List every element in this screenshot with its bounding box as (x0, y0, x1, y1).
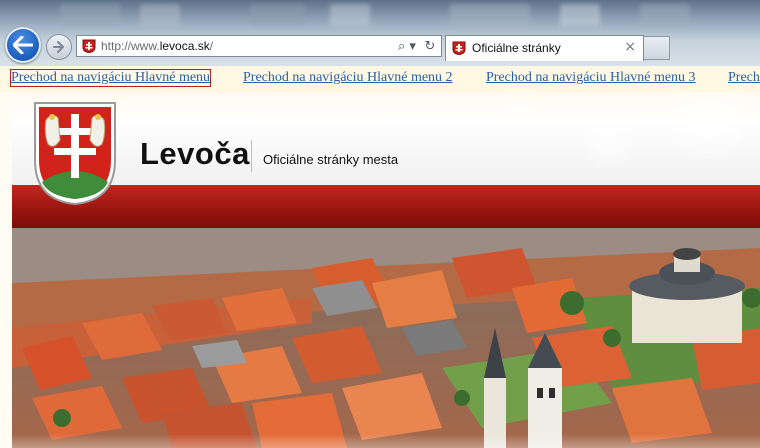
refresh-icon[interactable]: ↻ (421, 38, 439, 54)
back-button[interactable] (5, 27, 41, 63)
hero-aerial-photo (12, 228, 760, 448)
skip-link-main-menu-3[interactable]: Prechod na navigáciu Hlavné menu 3 (486, 70, 696, 86)
back-arrow-icon (13, 36, 33, 54)
skip-link-main-menu-2[interactable]: Prechod na navigáciu Hlavné menu 2 (243, 70, 453, 86)
forward-button[interactable] (46, 34, 72, 60)
address-bar[interactable]: http://www.levoca.sk/ ⌕ ▾ ↻ (76, 35, 442, 57)
new-tab-button[interactable] (644, 36, 670, 60)
coat-of-arms-logo[interactable] (32, 100, 118, 206)
site-name[interactable]: Levoča (140, 136, 250, 172)
close-icon[interactable]: × (624, 39, 636, 55)
header-decoration (420, 92, 760, 182)
town-aerial-image (12, 228, 760, 448)
forward-arrow-icon (53, 41, 64, 53)
site-subtitle: Oficiálne stránky mesta (263, 152, 399, 167)
header-red-band (12, 185, 760, 228)
site-header: Levoča Oficiálne stránky mesta (12, 92, 760, 228)
skip-link-main-menu[interactable]: Prechod na navigáciu Hlavné menu (9, 69, 212, 87)
url-text: http://www.levoca.sk/ (101, 39, 214, 53)
title-divider (251, 140, 252, 172)
skip-link-main-menu-4[interactable]: Prech (728, 70, 760, 86)
site-favicon (82, 39, 96, 53)
skip-links: Prechod na navigáciu Hlavné menu Prechod… (0, 66, 760, 92)
hero-bottom-fade (12, 434, 760, 448)
search-icon[interactable]: ⌕ ▾ (393, 38, 421, 54)
browser-toolbar: http://www.levoca.sk/ ⌕ ▾ ↻ Oficiálne st… (0, 0, 760, 66)
browser-tab[interactable]: Oficiálne stránky × (445, 35, 644, 61)
tab-title: Oficiálne stránky (472, 41, 561, 55)
site-favicon (452, 41, 466, 55)
